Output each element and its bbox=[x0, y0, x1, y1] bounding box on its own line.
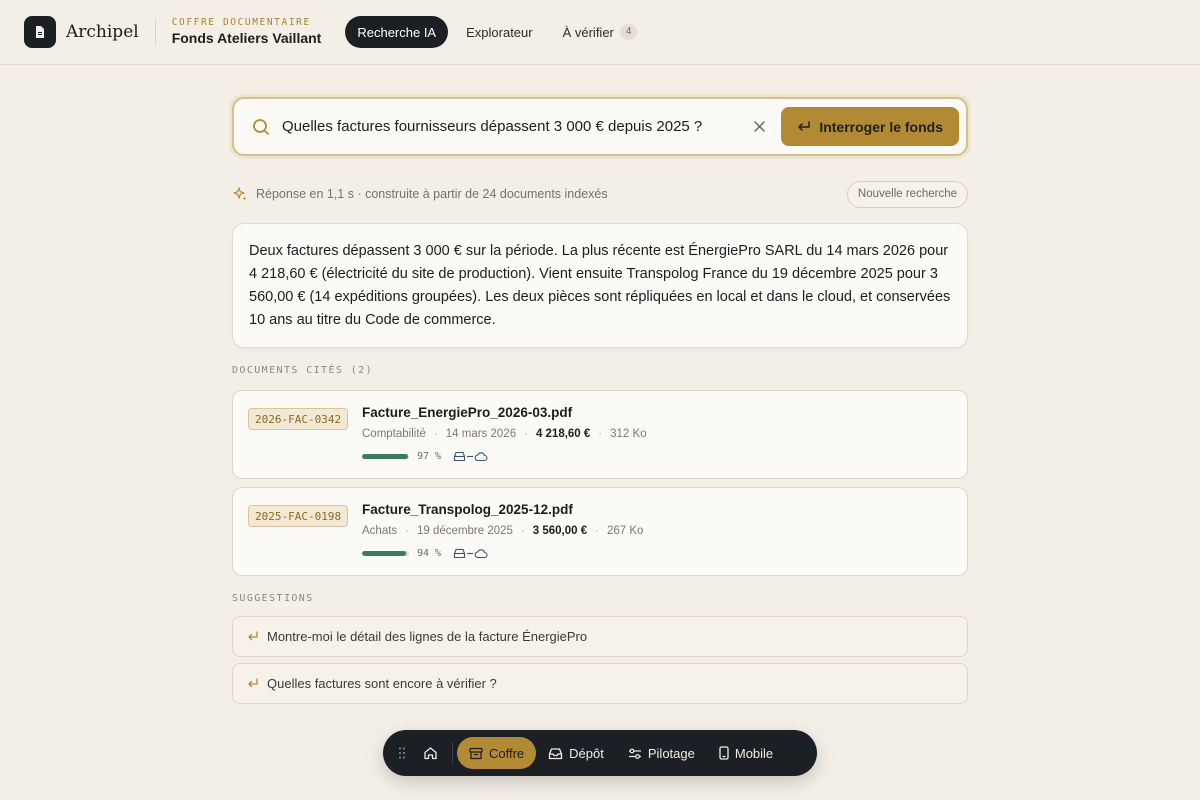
meta-separator: · bbox=[433, 428, 438, 440]
ask-button[interactable]: Interroger le fonds bbox=[781, 107, 959, 146]
doc-meta: Achats · 19 décembre 2025 · 3 560,00 € ·… bbox=[362, 525, 643, 537]
count-badge: 4 bbox=[619, 24, 638, 40]
app-logo[interactable] bbox=[24, 16, 56, 48]
cited-doc-card[interactable]: 2025-FAC-0198 Facture_Transpolog_2025-12… bbox=[232, 487, 968, 576]
document-icon bbox=[36, 26, 44, 38]
meta-separator: · bbox=[595, 525, 599, 537]
app-name: Archipel bbox=[66, 22, 139, 42]
link-line-icon bbox=[467, 552, 474, 555]
dock-label: Coffre bbox=[489, 745, 525, 761]
dock-label: Dépôt bbox=[569, 745, 604, 761]
nav-tab-to-review[interactable]: À vérifier 4 bbox=[551, 16, 650, 48]
doc-category: Achats bbox=[362, 525, 398, 537]
vault-kicker: COFFRE DOCUMENTAIRE bbox=[171, 17, 311, 28]
vault-name: Fonds Ateliers Vaillant bbox=[171, 30, 322, 46]
doc-reference: 2025-FAC-0198 bbox=[248, 505, 349, 527]
sliders-icon bbox=[628, 748, 641, 759]
cited-doc-card[interactable]: 2026-FAC-0342 Facture_EnergiePro_2026-03… bbox=[232, 390, 968, 479]
drag-handle-icon[interactable] bbox=[391, 747, 413, 759]
nav-tab-explorer[interactable]: Explorateur bbox=[454, 16, 544, 48]
relevance-bar bbox=[362, 551, 409, 556]
ai-answer: Deux factures dépassent 3 000 € sur la p… bbox=[232, 223, 968, 348]
home-icon bbox=[424, 747, 437, 760]
enter-icon bbox=[247, 631, 259, 642]
relevance-bar-fill bbox=[362, 454, 408, 459]
relevance-bar-fill bbox=[362, 551, 407, 556]
bottom-dock: Coffre Dépôt Pilotage Mobile bbox=[383, 730, 817, 776]
suggestion-text: Montre-moi le détail des lignes de la fa… bbox=[267, 629, 588, 644]
dock-label: Pilotage bbox=[647, 745, 695, 761]
doc-reference: 2026-FAC-0342 bbox=[248, 408, 349, 430]
dock-deposit-button[interactable]: Dépôt bbox=[536, 737, 616, 769]
doc-status: 97 % bbox=[362, 451, 488, 462]
doc-meta: Comptabilité · 14 mars 2026 · 4 218,60 €… bbox=[362, 428, 647, 440]
search-icon bbox=[253, 118, 269, 135]
nav-tab-label: À vérifier bbox=[562, 24, 614, 40]
cited-docs-heading: DOCUMENTS CITÉS (2) bbox=[232, 365, 373, 376]
relevance-score: 97 % bbox=[417, 451, 442, 462]
dock-label: Mobile bbox=[734, 745, 774, 761]
search-input[interactable] bbox=[282, 118, 750, 135]
dock-divider bbox=[452, 742, 453, 764]
dock-vault-button[interactable]: Coffre bbox=[457, 737, 537, 769]
nav-tab-ai-search[interactable]: Recherche IA bbox=[345, 16, 449, 48]
local-drive-icon bbox=[454, 451, 466, 462]
answer-meta: Réponse en 1,1 s · construite à partir d… bbox=[232, 180, 968, 208]
sparkle-icon bbox=[233, 187, 247, 201]
cloud-icon bbox=[474, 549, 488, 559]
dock-steering-button[interactable]: Pilotage bbox=[616, 737, 707, 769]
enter-icon bbox=[798, 120, 811, 131]
dock-home-button[interactable] bbox=[413, 737, 448, 769]
dock-mobile-button[interactable]: Mobile bbox=[707, 737, 785, 769]
replication-status bbox=[453, 548, 488, 559]
relevance-bar bbox=[362, 454, 409, 459]
close-icon bbox=[754, 121, 765, 132]
cloud-icon bbox=[474, 452, 488, 462]
meta-separator: · bbox=[520, 525, 525, 537]
doc-size: 312 Ko bbox=[610, 428, 647, 440]
replication-status bbox=[453, 451, 488, 462]
doc-amount: 4 218,60 € bbox=[535, 428, 591, 440]
meta-separator: · bbox=[405, 525, 410, 537]
main-nav: Recherche IA Explorateur À vérifier 4 bbox=[345, 16, 649, 48]
nav-tab-label: Recherche IA bbox=[357, 24, 437, 40]
doc-date: 14 mars 2026 bbox=[445, 428, 517, 440]
ask-button-label: Interroger le fonds bbox=[819, 118, 943, 135]
nav-tab-label: Explorateur bbox=[466, 24, 533, 40]
suggestions-heading: SUGGESTIONS bbox=[232, 593, 314, 604]
phone-icon bbox=[719, 746, 729, 760]
inbox-icon bbox=[549, 747, 563, 759]
suggestion-item[interactable]: Quelles factures sont encore à vérifier … bbox=[232, 663, 968, 704]
link-line-icon bbox=[467, 455, 474, 458]
doc-status: 94 % bbox=[362, 548, 488, 559]
enter-icon bbox=[247, 678, 259, 689]
suggestion-text: Quelles factures sont encore à vérifier … bbox=[267, 676, 497, 691]
doc-date: 19 décembre 2025 bbox=[417, 525, 513, 537]
answer-meta-text: Réponse en 1,1 s · construite à partir d… bbox=[256, 187, 608, 201]
clear-search-button[interactable] bbox=[749, 117, 769, 137]
archive-icon bbox=[469, 747, 483, 759]
doc-category: Comptabilité bbox=[362, 428, 426, 440]
doc-size: 267 Ko bbox=[606, 525, 644, 537]
meta-separator: · bbox=[524, 428, 528, 440]
suggestion-item[interactable]: Montre-moi le détail des lignes de la fa… bbox=[232, 616, 968, 657]
top-bar: Archipel COFFRE DOCUMENTAIRE Fonds Ateli… bbox=[0, 0, 1200, 65]
doc-amount: 3 560,00 € bbox=[532, 525, 588, 537]
new-search-button[interactable]: Nouvelle recherche bbox=[846, 180, 968, 208]
meta-separator: · bbox=[598, 428, 603, 440]
vault-info: COFFRE DOCUMENTAIRE Fonds Ateliers Vaill… bbox=[172, 17, 322, 47]
doc-filename: Facture_Transpolog_2025-12.pdf bbox=[362, 502, 573, 517]
local-drive-icon bbox=[454, 548, 466, 559]
relevance-score: 94 % bbox=[417, 548, 442, 559]
search-bar: Interroger le fonds bbox=[232, 97, 968, 156]
doc-filename: Facture_EnergiePro_2026-03.pdf bbox=[362, 405, 573, 420]
header-divider bbox=[154, 19, 156, 45]
